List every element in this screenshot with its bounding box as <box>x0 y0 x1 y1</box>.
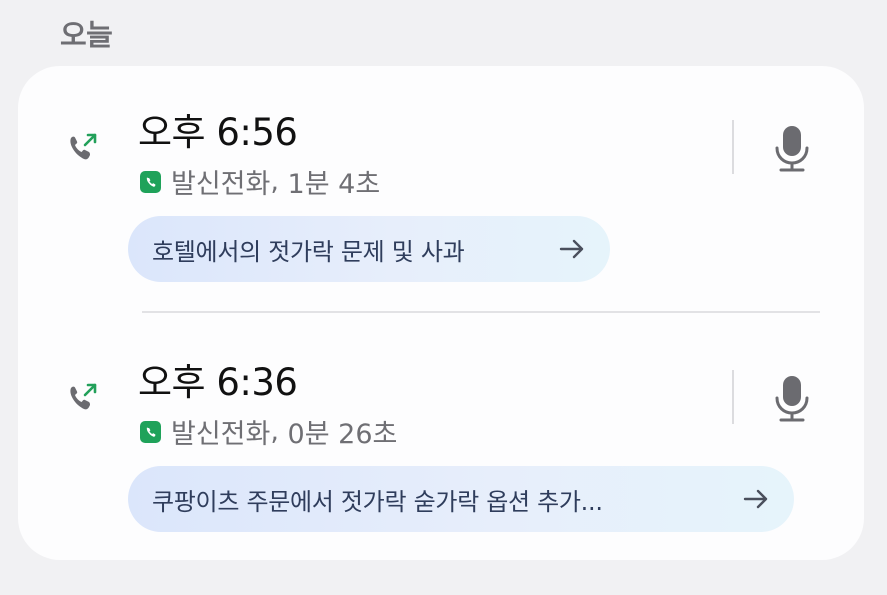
section-title-today: 오늘 <box>60 18 113 52</box>
call-type: 발신전화 <box>171 169 271 200</box>
microphone-icon[interactable] <box>774 374 810 424</box>
arrow-right-icon <box>743 489 768 509</box>
vertical-divider <box>732 370 734 424</box>
summary-text: 호텔에서의 젓가락 문제 및 사과 <box>152 237 465 266</box>
call-duration: 0분 26초 <box>287 419 398 450</box>
phone-app-icon <box>140 420 161 443</box>
meta-separator: , <box>270 416 288 447</box>
call-meta: 발신전화, 1분 4초 <box>140 162 380 201</box>
ai-summary-chip[interactable]: 쿠팡이츠 주문에서 젓가락 숟가락 옵션 추가... <box>128 466 794 532</box>
ai-summary-chip[interactable]: 호텔에서의 젓가락 문제 및 사과 <box>128 216 610 282</box>
outgoing-call-icon <box>70 383 97 410</box>
phone-app-icon <box>140 170 161 193</box>
summary-text: 쿠팡이츠 주문에서 젓가락 숟가락 옵션 추가... <box>152 487 603 516</box>
call-duration: 1분 4초 <box>287 169 381 200</box>
meta-separator: , <box>270 166 288 197</box>
call-meta: 발신전화, 0분 26초 <box>140 412 397 451</box>
vertical-divider <box>732 120 734 174</box>
outgoing-call-icon <box>70 133 97 160</box>
entry-divider <box>142 311 820 313</box>
call-time: 오후 6:56 <box>138 111 298 154</box>
microphone-icon[interactable] <box>774 124 810 174</box>
call-type: 발신전화 <box>171 419 271 450</box>
call-history-card: 오후 6:56 발신전화, 1분 4초 호텔에서의 젓가락 문제 및 사과 오후… <box>18 66 864 560</box>
call-time: 오후 6:36 <box>138 361 298 404</box>
arrow-right-icon <box>559 239 584 259</box>
